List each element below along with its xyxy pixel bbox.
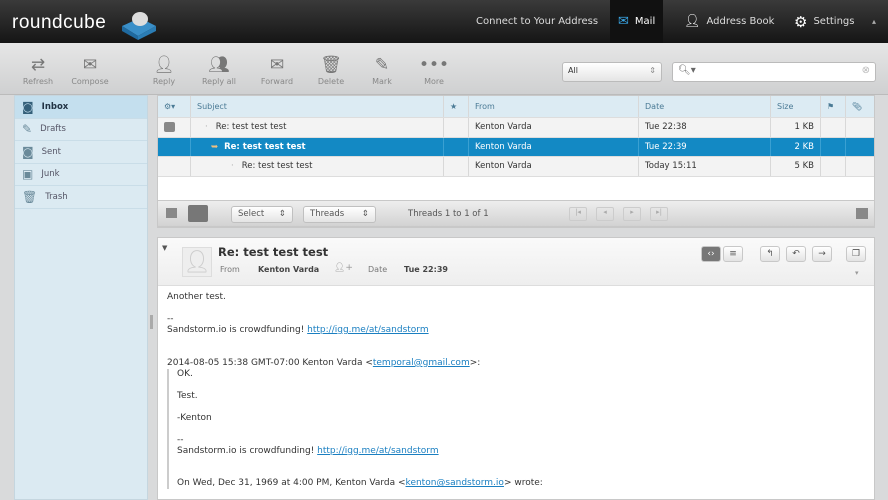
more-button[interactable]: ••• More <box>416 53 452 86</box>
reply-button[interactable]: 👤︎ Reply <box>146 53 182 86</box>
message-body: Another test. -- Sandstorm.io is crowdfu… <box>167 292 867 490</box>
open-window-icon[interactable]: ❐ <box>846 246 866 262</box>
filter-select[interactable]: All ⇕ <box>562 62 662 82</box>
folder-list: ◙ Inbox ✎ Drafts ◙ Sent ▣ Junk 🗑︎ Trash <box>14 95 148 500</box>
message-date: Tue 22:39 <box>404 265 448 274</box>
mail-icon: ✉ <box>618 13 629 29</box>
top-bar: roundcube Connect to Your Address ✉ Mail … <box>0 0 888 43</box>
column-size[interactable]: Size <box>771 96 821 117</box>
compose-icon: ✉ <box>82 55 98 75</box>
list-options-icon[interactable]: ⚙▾ <box>158 96 191 117</box>
search-input[interactable]: 🔍︎▾ ⊗ <box>672 62 876 82</box>
thread-view-icon[interactable] <box>188 205 208 222</box>
last-page-button[interactable]: ▸| <box>650 207 668 221</box>
nav-connect[interactable]: Connect to Your Address <box>468 0 606 43</box>
attachment-icon[interactable]: 📎︎ <box>846 96 874 117</box>
replied-icon: ➥ <box>211 141 219 152</box>
prev-page-button[interactable]: ◂ <box>596 207 614 221</box>
clear-icon[interactable]: ⊗ <box>862 65 870 76</box>
email-link[interactable]: temporal@gmail.com <box>373 358 470 368</box>
person-icon: 👤︎ <box>684 13 701 29</box>
email-link[interactable]: kenton@sandstorm.io <box>406 478 504 488</box>
caret-up-icon[interactable]: ▴ <box>872 17 876 26</box>
column-from[interactable]: From <box>469 96 639 117</box>
forward-icon[interactable]: → <box>812 246 832 262</box>
list-view-icon[interactable] <box>166 208 177 218</box>
plain-view-button[interactable]: ≡ <box>723 246 743 262</box>
column-date[interactable]: Date <box>639 96 771 117</box>
reply-icon: 👤︎ <box>153 55 175 75</box>
pencil-icon: ✎ <box>22 122 33 137</box>
junk-icon: ▣ <box>22 167 34 182</box>
reply-all-button[interactable]: 👥︎ Reply all <box>194 53 244 86</box>
star-icon[interactable]: ★ <box>444 96 469 117</box>
compose-button[interactable]: ✉ Compose <box>68 53 112 86</box>
folder-sent[interactable]: ◙ Sent <box>15 141 147 164</box>
add-contact-icon[interactable]: 👤︎+ <box>334 263 353 273</box>
nav-settings[interactable]: ⚙ Settings <box>786 0 862 43</box>
pen-icon: ✎ <box>374 55 390 75</box>
reply-all-icon[interactable]: ↶ <box>786 246 806 262</box>
table-row-selected[interactable]: ➥ Re: test test test Kenton Varda Tue 22:… <box>158 137 874 157</box>
table-row[interactable]: · Re: test test test Kenton Varda Today 1… <box>158 157 874 177</box>
inbox-icon: ◙ <box>22 99 34 114</box>
message-preview: ▼ 👤︎ Re: test test test From Kenton Vard… <box>157 237 875 500</box>
avatar: 👤︎ <box>182 247 212 277</box>
message-subject: Re: test test test <box>218 245 329 259</box>
link[interactable]: http://igg.me/at/sandstorm <box>307 325 428 335</box>
folder-junk[interactable]: ▣ Junk <box>15 164 147 186</box>
forward-icon: ✉ <box>269 55 285 75</box>
mark-button[interactable]: ✎ Mark <box>364 53 400 86</box>
more-icon: ••• <box>418 55 450 75</box>
html-view-button[interactable]: ‹› <box>701 246 721 262</box>
nav-mail[interactable]: ✉ Mail <box>610 0 664 43</box>
reply-all-icon: 👥︎ <box>208 55 230 75</box>
sender-name[interactable]: Kenton Varda <box>258 265 319 274</box>
message-header: ▼ 👤︎ Re: test test test From Kenton Vard… <box>158 238 874 286</box>
reply-icon[interactable]: ↰ <box>760 246 780 262</box>
folder-trash[interactable]: 🗑︎ Trash <box>15 186 147 209</box>
column-subject[interactable]: Subject <box>191 96 444 117</box>
link[interactable]: http://igg.me/at/sandstorm <box>317 446 438 456</box>
nav-address-book[interactable]: 👤︎ Address Book <box>676 0 782 43</box>
logo-icon <box>122 12 156 40</box>
search-icon: 🔍︎▾ <box>678 65 696 76</box>
splitter-handle[interactable] <box>150 315 153 329</box>
select-menu[interactable]: Select ⇕ <box>231 206 293 223</box>
flag-icon[interactable]: ⚑ <box>821 96 846 117</box>
trash-icon: 🗑︎ <box>320 55 342 75</box>
logo: roundcube <box>12 12 107 33</box>
delete-button[interactable]: 🗑︎ Delete <box>312 53 350 86</box>
updown-icon: ⇕ <box>649 66 656 75</box>
refresh-button[interactable]: ⇄ Refresh <box>20 53 56 86</box>
folder-inbox[interactable]: ◙ Inbox <box>15 96 147 119</box>
expand-icon[interactable]: ▾ <box>855 269 859 277</box>
trash-icon: 🗑︎ <box>22 189 38 204</box>
refresh-icon: ⇄ <box>30 55 46 75</box>
sent-icon: ◙ <box>22 144 34 159</box>
blockquote: OK. Test. -Kenton -- Sandstorm.io is cro… <box>167 368 867 490</box>
folder-drafts[interactable]: ✎ Drafts <box>15 119 147 141</box>
collapse-header-icon[interactable]: ▼ <box>162 244 167 252</box>
gear-icon: ⚙ <box>794 12 808 31</box>
thread-count: Threads 1 to 1 of 1 <box>408 209 489 219</box>
forward-button[interactable]: ✉ Forward <box>256 53 298 86</box>
list-footer: Select ⇕ Threads ⇕ Threads 1 to 1 of 1 |… <box>157 200 875 227</box>
list-header: ⚙▾ Subject ★ From Date Size ⚑ 📎︎ <box>158 96 874 118</box>
thread-icon[interactable] <box>158 118 191 137</box>
threads-menu[interactable]: Threads ⇕ <box>303 206 376 223</box>
collapse-icon[interactable] <box>856 208 868 219</box>
next-page-button[interactable]: ▸ <box>623 207 641 221</box>
first-page-button[interactable]: |◂ <box>569 207 587 221</box>
table-row[interactable]: · Re: test test test Kenton Varda Tue 22:… <box>158 118 874 138</box>
